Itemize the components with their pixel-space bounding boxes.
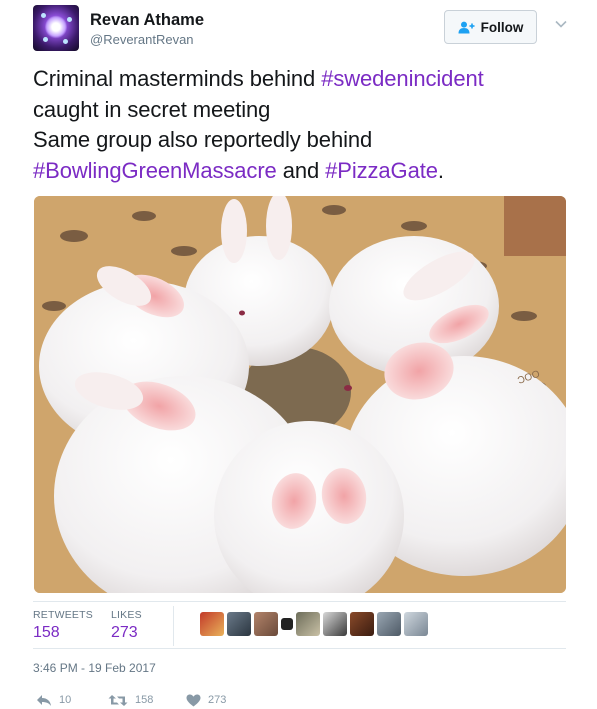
likes-stat[interactable]: LIKES 273 — [111, 609, 142, 642]
liker-avatar[interactable] — [254, 612, 278, 636]
like-button[interactable]: 273 — [186, 694, 226, 707]
liker-avatar[interactable] — [377, 612, 401, 636]
retweet-icon — [108, 694, 128, 706]
liker-avatar[interactable] — [350, 612, 374, 636]
tweet-actions: 10 158 273 — [36, 692, 226, 708]
user-handle[interactable]: @ReverantRevan — [90, 32, 194, 47]
hashtag-link[interactable]: #PizzaGate — [325, 158, 438, 183]
tweet-header: Revan Athame @ReverantRevan Follow — [33, 5, 573, 55]
reply-button[interactable]: 10 — [36, 694, 108, 707]
avatar-spark — [41, 13, 46, 18]
reply-count: 10 — [59, 694, 72, 706]
heart-icon — [186, 694, 201, 706]
likes-value: 273 — [111, 624, 138, 641]
tweet-text: Criminal masterminds behind #swedenincid… — [33, 64, 578, 186]
liker-avatar[interactable] — [281, 618, 293, 630]
tweet-text-segment: Criminal masterminds behind — [33, 66, 322, 91]
follow-button[interactable]: Follow — [444, 10, 537, 44]
retweet-count: 158 — [135, 694, 154, 706]
liker-avatar[interactable] — [323, 612, 347, 636]
user-avatar[interactable] — [33, 5, 79, 51]
retweet-button[interactable]: 158 — [108, 694, 186, 707]
tweet-timestamp[interactable]: 3:46 PM - 19 Feb 2017 — [33, 661, 156, 675]
liker-avatar[interactable] — [296, 612, 320, 636]
likes-label: LIKES — [111, 609, 142, 621]
likers-list — [200, 612, 482, 638]
retweets-value: 158 — [33, 624, 60, 641]
hashtag-link[interactable]: #BowlingGreenMassacre — [33, 158, 277, 183]
tweet-text-segment: . — [437, 157, 444, 183]
chevron-down-icon[interactable] — [554, 17, 568, 31]
tweet-text-segment: and — [276, 157, 326, 183]
liker-avatar[interactable] — [431, 612, 455, 636]
follow-button-label: Follow — [480, 19, 524, 35]
user-name[interactable]: Revan Athame — [90, 11, 204, 30]
add-user-icon — [458, 21, 475, 34]
avatar-spark — [63, 39, 68, 44]
reply-icon — [37, 694, 51, 706]
divider — [33, 648, 566, 649]
divider — [33, 601, 566, 602]
liker-avatar[interactable] — [404, 612, 428, 636]
stats-separator — [173, 606, 174, 646]
liker-avatar[interactable] — [458, 612, 482, 636]
rabbits-photo: ƆOO — [34, 196, 566, 593]
liker-avatar[interactable] — [200, 612, 224, 636]
retweets-stat[interactable]: RETWEETS 158 — [33, 609, 93, 642]
hashtag-link[interactable]: #swedenincident — [321, 66, 484, 91]
retweets-label: RETWEETS — [33, 609, 93, 621]
tweet-text-segment: caught in secret meeting — [33, 96, 271, 122]
avatar-glow — [45, 15, 67, 39]
tweet-text-segment: Same group also reportedly behind — [33, 127, 373, 152]
avatar-spark — [67, 17, 72, 22]
liker-avatar[interactable] — [227, 612, 251, 636]
avatar-spark — [43, 37, 48, 42]
like-count: 273 — [208, 694, 227, 706]
tweet-media[interactable]: ƆOO — [34, 196, 566, 593]
